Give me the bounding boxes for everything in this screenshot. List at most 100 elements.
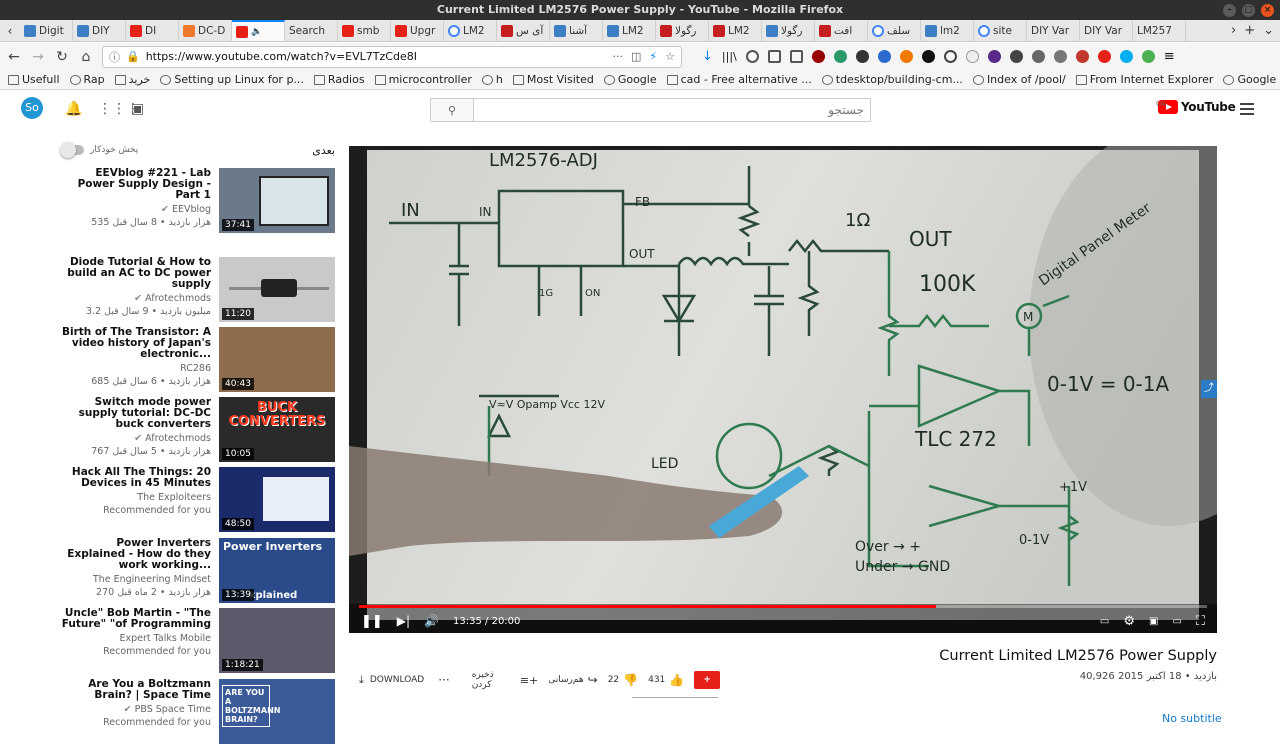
ext-gray-icon[interactable] <box>1031 50 1045 63</box>
ext-yt-icon[interactable] <box>1097 50 1111 63</box>
browser-tab[interactable]: DC-D <box>179 20 232 41</box>
browser-tab[interactable]: LM257 <box>1133 20 1186 41</box>
bookmark-item[interactable]: Google مترجم <box>1223 73 1280 86</box>
settings-gear-icon[interactable]: ⚙ <box>1123 614 1135 629</box>
ext-dark-icon[interactable] <box>855 50 869 63</box>
library-icon[interactable]: |||\ <box>722 50 737 63</box>
like-button[interactable]: 431 👍 <box>648 673 684 687</box>
bookmark-item[interactable]: microcontroller <box>374 73 472 86</box>
bookmark-item[interactable]: Index of /pool/ <box>972 73 1066 86</box>
video-thumbnail[interactable]: ARE YOU A BOLTZMANN BRAIN? <box>219 679 335 744</box>
download-icon[interactable]: ↓ <box>702 49 713 64</box>
bookmark-item[interactable]: Setting up Linux for p... <box>160 73 304 86</box>
browser-tab[interactable]: DIY Var <box>1080 20 1133 41</box>
video-item-title[interactable]: Uncle" Bob Martin - "The Future" "of Pro… <box>56 608 211 630</box>
search-input[interactable] <box>474 99 870 121</box>
video-thumbnail[interactable]: BUCK CONVERTERS 10:05 <box>219 397 335 462</box>
pocket-icon[interactable]: ◫ <box>631 50 641 63</box>
fullscreen-icon[interactable]: ⛶ <box>1196 614 1205 629</box>
bookmark-item[interactable]: h <box>481 73 503 86</box>
browser-tab[interactable]: LM2 <box>709 20 762 41</box>
reader-icon[interactable]: ⚡ <box>649 50 657 63</box>
bookmark-item[interactable]: Radios <box>313 73 365 86</box>
bookmark-item[interactable]: Most Visited <box>512 73 594 86</box>
bookmark-star-icon[interactable]: ☆ <box>665 50 675 63</box>
ext-black-icon[interactable] <box>921 50 935 63</box>
tab-audio-icon[interactable]: 🔈 <box>251 27 262 37</box>
video-item-title[interactable]: Diode Tutorial & How to build an AC to D… <box>56 257 211 290</box>
browser-tab[interactable]: 🔈 <box>232 20 285 41</box>
bookmark-item[interactable]: خرید <box>114 73 150 86</box>
bookmark-item[interactable]: Usefull <box>8 73 60 86</box>
upload-video-icon[interactable]: ▣ <box>131 101 144 117</box>
reload-icon[interactable]: ↻ <box>54 49 70 65</box>
browser-tab[interactable]: Search <box>285 20 338 41</box>
video-item-title[interactable]: Birth of The Transistor: A video history… <box>56 327 211 360</box>
browser-tab[interactable]: افت <box>815 20 868 41</box>
ext-text-icon[interactable] <box>965 50 979 63</box>
home-icon[interactable]: ⌂ <box>78 49 94 65</box>
video-item-title[interactable]: Hack All The Things: 20 Devices in 45 Mi… <box>56 467 211 489</box>
download-button[interactable]: ⤓ DOWNLOAD <box>355 673 428 687</box>
ext-face-icon[interactable] <box>1009 50 1023 63</box>
video-thumbnail[interactable]: 37:41 <box>219 168 335 233</box>
page-actions-icon[interactable]: ··· <box>612 50 623 63</box>
ext-red-icon[interactable] <box>1075 50 1089 63</box>
theater-mode-icon[interactable]: ▭ <box>1172 616 1181 627</box>
sidebar-video-item[interactable]: Power Inverters Explained - How do they … <box>60 538 335 604</box>
browser-tab[interactable]: DIY <box>73 20 126 41</box>
sidebar-video-item[interactable]: Uncle" Bob Martin - "The Future" "of Pro… <box>60 608 335 674</box>
hamburger-menu-icon[interactable] <box>1240 103 1254 118</box>
browser-tab[interactable]: رگولا <box>762 20 815 41</box>
ext-blue-icon[interactable] <box>877 50 891 63</box>
video-thumbnail[interactable]: Power Inverters xplained 13:39 <box>219 538 335 603</box>
browser-tab[interactable]: رگولا <box>656 20 709 41</box>
video-item-title[interactable]: Switch mode power supply tutorial: DC-DC… <box>56 397 211 430</box>
ext-orange-icon[interactable] <box>899 50 913 63</box>
autoplay-toggle[interactable] <box>60 142 84 158</box>
bookmark-item[interactable]: Google <box>603 73 657 86</box>
browser-tab[interactable]: lm2 <box>921 20 974 41</box>
ext-green-icon[interactable] <box>833 50 847 63</box>
add-to-playlist-button[interactable]: + <box>694 671 720 689</box>
avatar[interactable]: So <box>21 97 43 119</box>
sidebar-video-item[interactable]: EEVblog #221 - Lab Power Supply Design -… <box>60 168 335 234</box>
browser-tab[interactable]: DIY Var <box>1027 20 1080 41</box>
sidebar-video-item[interactable]: Birth of The Transistor: A video history… <box>60 327 335 393</box>
browser-tab[interactable]: site <box>974 20 1027 41</box>
ext-outline-icon[interactable] <box>943 50 957 63</box>
video-item-title[interactable]: EEVblog #221 - Lab Power Supply Design -… <box>56 168 211 201</box>
site-info-icon[interactable]: ⓘ <box>109 49 120 65</box>
url-bar[interactable]: ⓘ 🔒 https://www.youtube.com/watch?v=EVL7… <box>102 45 682 68</box>
browser-tab[interactable]: Digit <box>20 20 73 41</box>
forward-icon[interactable]: → <box>30 49 46 65</box>
maximize-button[interactable]: □ <box>1242 3 1255 17</box>
no-subtitle-link[interactable]: No subtitle <box>1162 712 1222 725</box>
browser-tab[interactable]: آی س <box>497 20 550 41</box>
minimize-button[interactable]: – <box>1223 3 1236 17</box>
video-thumbnail[interactable]: 48:50 <box>219 467 335 532</box>
ext-plus-icon[interactable] <box>1141 50 1155 63</box>
video-item-title[interactable]: Power Inverters Explained - How do they … <box>56 538 211 571</box>
browser-tab[interactable]: سلف <box>868 20 921 41</box>
video-item-title[interactable]: Are You a Boltzmann Brain? | Space Time <box>56 679 211 701</box>
video-thumbnail[interactable]: 1:18:21 <box>219 608 335 673</box>
browser-tab[interactable]: DI <box>126 20 179 41</box>
sidebar-video-item[interactable]: Switch mode power supply tutorial: DC-DC… <box>60 397 335 463</box>
ext-purple-icon[interactable] <box>987 50 1001 63</box>
new-tab-button[interactable]: + <box>1244 23 1255 38</box>
bookmark-item[interactable]: From Internet Explorer <box>1075 73 1213 86</box>
screenshot-icon[interactable] <box>789 50 803 63</box>
browser-tab[interactable]: LM2 <box>603 20 656 41</box>
url-text[interactable]: https://www.youtube.com/watch?v=EVL7TzCd… <box>146 50 417 63</box>
next-icon[interactable]: ▶| <box>397 614 410 628</box>
sidebar-video-item[interactable]: Diode Tutorial & How to build an AC to D… <box>60 257 335 323</box>
bookmark-item[interactable]: cad - Free alternative ... <box>666 73 812 86</box>
save-button[interactable]: ذخیره کردن ≡+ <box>472 670 539 690</box>
progress-bar[interactable] <box>359 605 1207 608</box>
menu-icon[interactable]: ≡ <box>1164 49 1175 64</box>
ext-arrow-icon[interactable] <box>1053 50 1067 63</box>
ublock-icon[interactable] <box>811 50 825 63</box>
sidebar-video-item[interactable]: Are You a Boltzmann Brain? | Space Time ✔… <box>60 679 335 745</box>
share-link-icon[interactable]: ⤴ <box>1201 380 1217 398</box>
